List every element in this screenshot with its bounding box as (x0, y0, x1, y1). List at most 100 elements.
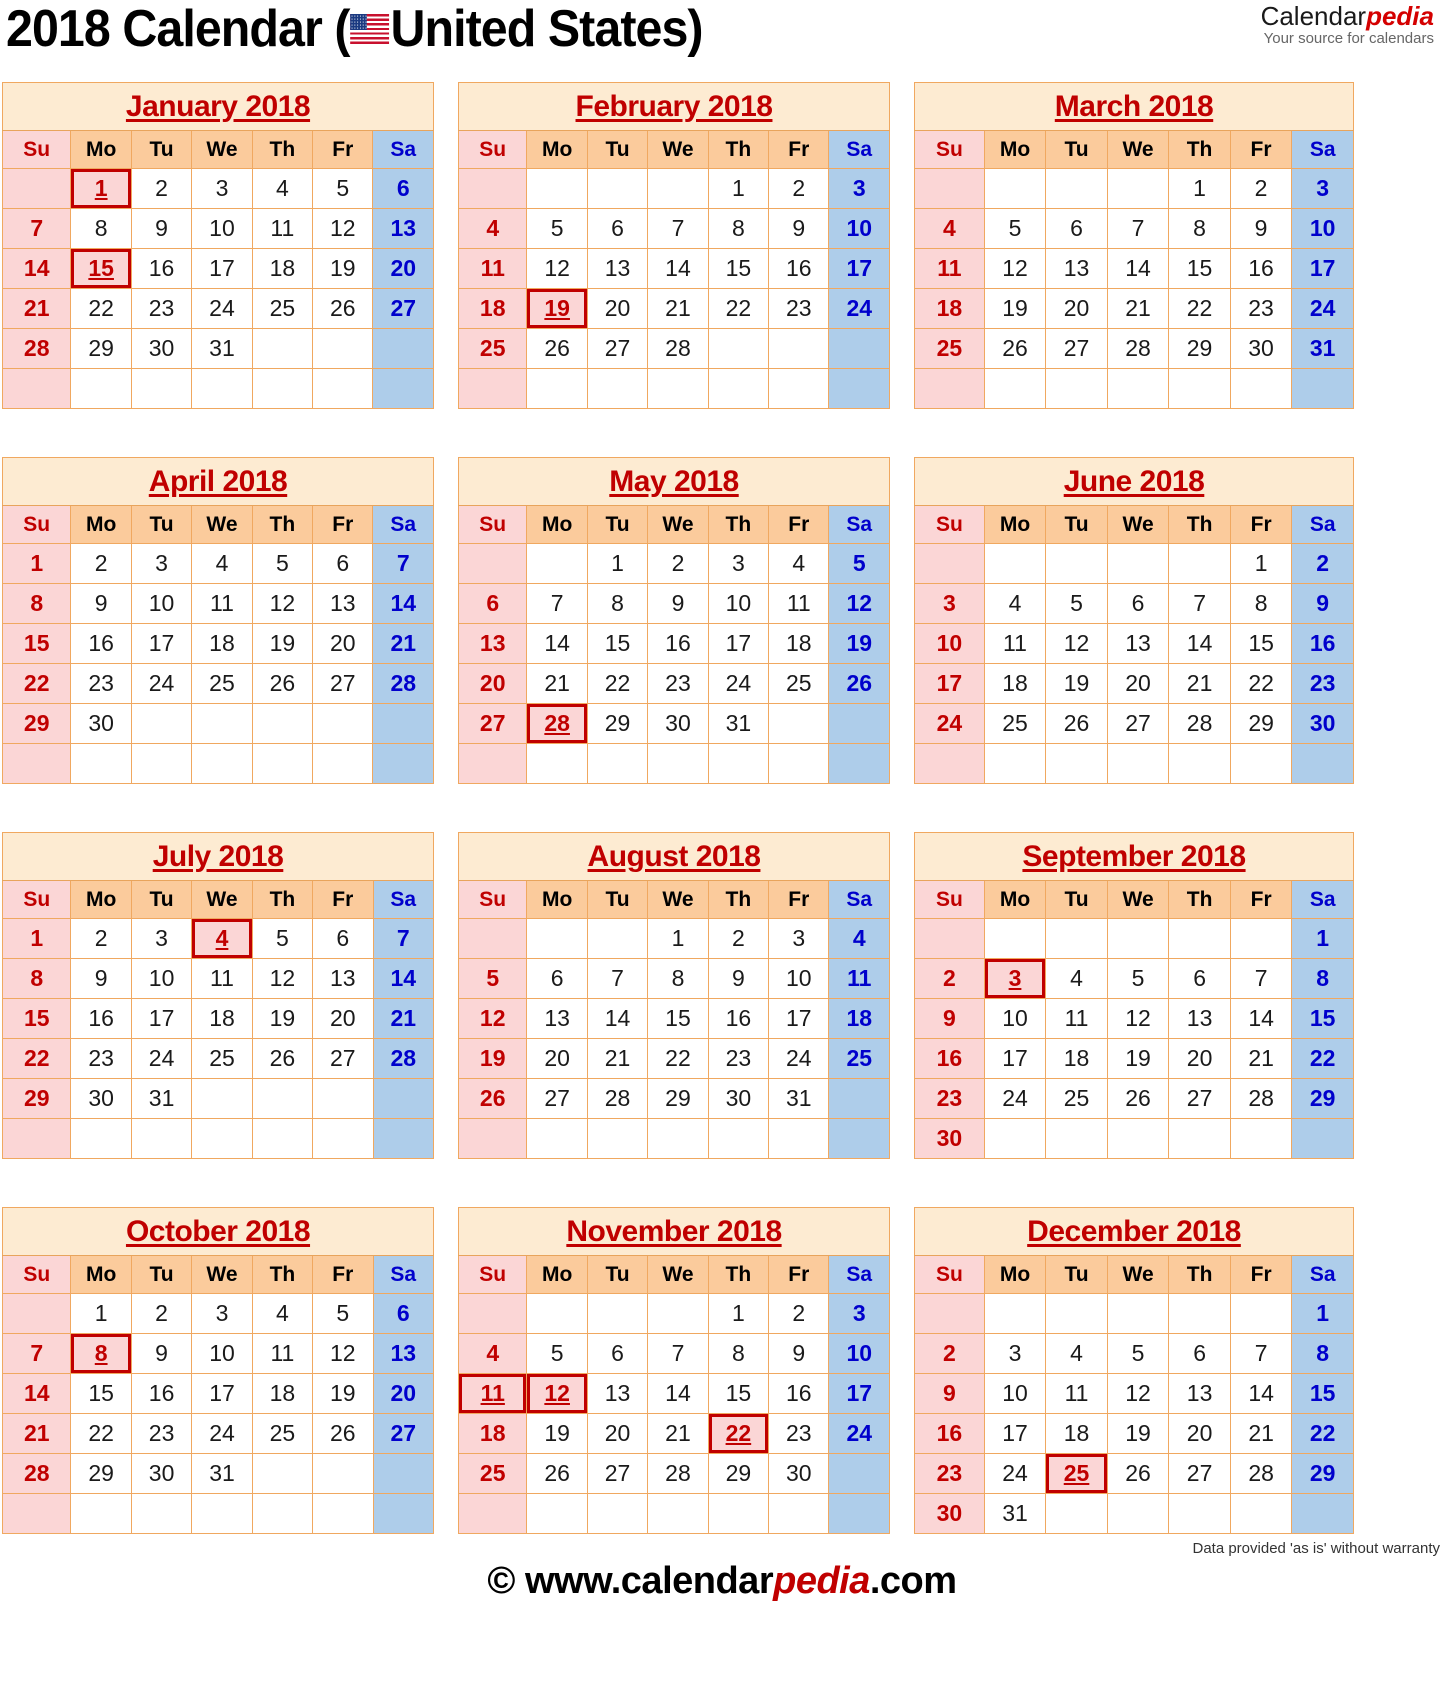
day-cell[interactable]: 26 (526, 1453, 588, 1494)
day-cell[interactable]: 13 (526, 998, 588, 1039)
day-cell[interactable]: 26 (312, 288, 374, 329)
day-cell[interactable]: 23 (914, 1078, 985, 1119)
day-cell[interactable]: 15 (1168, 248, 1231, 289)
day-cell[interactable]: 6 (372, 1293, 434, 1334)
day-cell[interactable]: 22 (1229, 663, 1293, 704)
day-cell[interactable]: 1 (586, 543, 649, 584)
day-cell[interactable]: 20 (312, 998, 374, 1039)
day-cell[interactable]: 12 (526, 248, 588, 289)
day-cell[interactable]: 30 (130, 328, 193, 369)
day-cell[interactable]: 8 (1229, 583, 1293, 624)
day-cell[interactable]: 27 (312, 663, 374, 704)
day-cell[interactable]: 19 (251, 998, 314, 1039)
day-cell[interactable]: 10 (983, 1373, 1047, 1414)
day-cell[interactable]: 14 (647, 1373, 709, 1414)
day-cell-holiday[interactable]: 19 (526, 288, 588, 329)
day-cell[interactable]: 12 (1106, 1373, 1170, 1414)
day-cell[interactable]: 31 (191, 1453, 253, 1494)
day-cell[interactable]: 20 (1045, 288, 1108, 329)
day-cell[interactable]: 3 (828, 168, 890, 209)
day-cell[interactable]: 13 (372, 1333, 434, 1374)
day-cell[interactable]: 24 (983, 1078, 1047, 1119)
day-cell[interactable]: 29 (70, 1453, 132, 1494)
day-cell[interactable]: 23 (1291, 663, 1354, 704)
day-cell[interactable]: 16 (914, 1038, 985, 1079)
day-cell[interactable]: 12 (312, 1333, 374, 1374)
day-cell[interactable]: 25 (828, 1038, 890, 1079)
day-cell[interactable]: 25 (457, 328, 528, 369)
day-cell[interactable]: 16 (1229, 248, 1293, 289)
day-cell[interactable]: 29 (1291, 1453, 1354, 1494)
day-cell[interactable]: 7 (1229, 1333, 1293, 1374)
day-cell[interactable]: 29 (1, 1078, 72, 1119)
day-cell[interactable]: 10 (191, 1333, 253, 1374)
day-cell[interactable]: 18 (914, 288, 985, 329)
day-cell[interactable]: 17 (828, 1373, 890, 1414)
day-cell[interactable]: 6 (526, 958, 588, 999)
day-cell[interactable]: 3 (191, 1293, 253, 1334)
day-cell[interactable]: 4 (457, 1333, 528, 1374)
day-cell[interactable]: 31 (1291, 328, 1354, 369)
day-cell[interactable]: 25 (251, 288, 314, 329)
day-cell[interactable]: 7 (526, 583, 588, 624)
day-cell[interactable]: 10 (707, 583, 770, 624)
day-cell[interactable]: 5 (251, 543, 314, 584)
day-cell[interactable]: 9 (914, 1373, 985, 1414)
day-cell[interactable]: 14 (526, 623, 588, 664)
day-cell[interactable]: 14 (372, 583, 434, 624)
day-cell[interactable]: 23 (130, 1413, 193, 1454)
day-cell[interactable]: 18 (251, 1373, 314, 1414)
day-cell[interactable]: 21 (526, 663, 588, 704)
day-cell[interactable]: 4 (983, 583, 1047, 624)
day-cell[interactable]: 25 (983, 703, 1047, 744)
day-cell[interactable]: 28 (1, 328, 72, 369)
day-cell[interactable]: 9 (130, 208, 193, 249)
day-cell[interactable]: 26 (526, 328, 588, 369)
day-cell[interactable]: 16 (130, 248, 193, 289)
day-cell[interactable]: 11 (457, 248, 528, 289)
day-cell-holiday[interactable]: 1 (70, 168, 132, 209)
day-cell[interactable]: 5 (526, 1333, 588, 1374)
day-cell[interactable]: 22 (647, 1038, 709, 1079)
day-cell[interactable]: 7 (372, 918, 434, 959)
day-cell-holiday[interactable]: 28 (526, 703, 588, 744)
day-cell[interactable]: 27 (1168, 1453, 1231, 1494)
day-cell[interactable]: 15 (1291, 998, 1354, 1039)
day-cell[interactable]: 30 (1229, 328, 1293, 369)
day-cell[interactable]: 13 (1106, 623, 1170, 664)
day-cell[interactable]: 30 (130, 1453, 193, 1494)
day-cell[interactable]: 1 (1168, 168, 1231, 209)
day-cell[interactable]: 13 (586, 1373, 649, 1414)
day-cell[interactable]: 19 (1106, 1038, 1170, 1079)
day-cell[interactable]: 23 (768, 288, 830, 329)
day-cell[interactable]: 1 (1, 918, 72, 959)
day-cell[interactable]: 24 (768, 1038, 830, 1079)
day-cell[interactable]: 28 (1229, 1078, 1293, 1119)
day-cell[interactable]: 11 (191, 958, 253, 999)
day-cell[interactable]: 4 (191, 543, 253, 584)
day-cell[interactable]: 26 (1045, 703, 1108, 744)
day-cell[interactable]: 10 (983, 998, 1047, 1039)
day-cell[interactable]: 18 (457, 288, 528, 329)
day-cell[interactable]: 24 (983, 1453, 1047, 1494)
day-cell[interactable]: 11 (251, 1333, 314, 1374)
day-cell-holiday[interactable]: 11 (457, 1373, 528, 1414)
day-cell[interactable]: 23 (70, 663, 132, 704)
day-cell[interactable]: 21 (1106, 288, 1170, 329)
day-cell[interactable]: 22 (1291, 1413, 1354, 1454)
day-cell[interactable]: 15 (586, 623, 649, 664)
day-cell[interactable]: 7 (647, 208, 709, 249)
day-cell-holiday[interactable]: 25 (1045, 1453, 1108, 1494)
day-cell[interactable]: 19 (457, 1038, 528, 1079)
day-cell[interactable]: 19 (828, 623, 890, 664)
day-cell[interactable]: 30 (70, 703, 132, 744)
day-cell[interactable]: 28 (647, 328, 709, 369)
day-cell[interactable]: 9 (130, 1333, 193, 1374)
day-cell[interactable]: 24 (828, 1413, 890, 1454)
day-cell[interactable]: 12 (1045, 623, 1108, 664)
day-cell[interactable]: 28 (1, 1453, 72, 1494)
day-cell[interactable]: 17 (828, 248, 890, 289)
day-cell[interactable]: 10 (914, 623, 985, 664)
day-cell[interactable]: 24 (130, 1038, 193, 1079)
day-cell[interactable]: 6 (1106, 583, 1170, 624)
